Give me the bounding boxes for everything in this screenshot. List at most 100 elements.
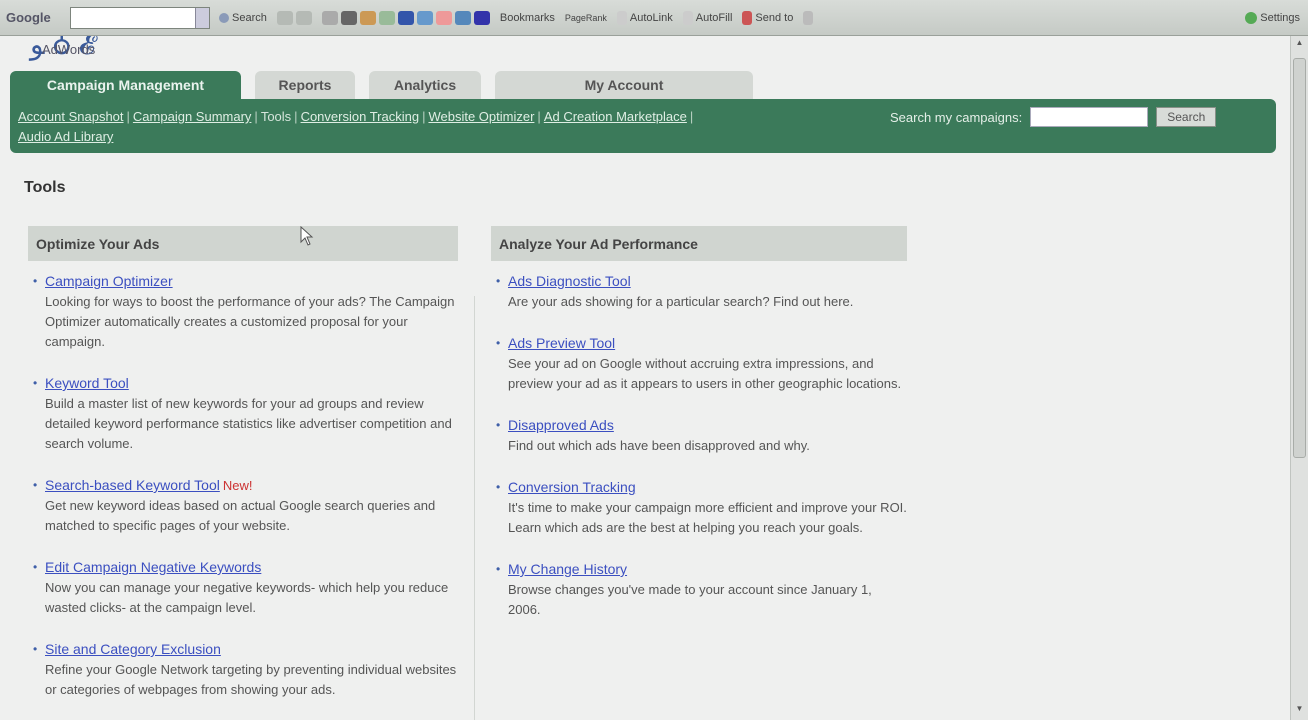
tab-campaign-management[interactable]: Campaign Management bbox=[10, 71, 241, 99]
star-icon[interactable] bbox=[473, 10, 490, 25]
mouse-cursor-icon bbox=[300, 226, 314, 246]
settings-icon bbox=[1245, 11, 1258, 24]
panel-header-optimize: Optimize Your Ads bbox=[28, 226, 458, 261]
list-item: • Campaign Optimizer Looking for ways to b… bbox=[28, 271, 458, 352]
back-icon[interactable] bbox=[295, 10, 312, 25]
list-item: • Ads Diagnostic Tool Are your ads showing… bbox=[491, 271, 907, 312]
ads-diagnostic-tool-link[interactable]: Ads Diagnostic Tool bbox=[508, 273, 631, 289]
subnav-separator: | bbox=[689, 109, 694, 124]
chrome-icon[interactable] bbox=[359, 10, 376, 25]
toolbar-sendto[interactable]: Send to bbox=[742, 10, 793, 25]
my-change-history-link[interactable]: My Change History bbox=[508, 561, 627, 577]
calendar-icon[interactable] bbox=[435, 10, 452, 25]
scroll-up-icon[interactable]: ▲ bbox=[1293, 38, 1306, 52]
list-item: • Keyword Tool Build a master list of new … bbox=[28, 373, 458, 454]
subnav-separator: | bbox=[254, 109, 258, 124]
subnav-bar: Account Snapshot | Campaign Summary | Tools |… bbox=[10, 99, 1276, 153]
logo-subtitle: AdWords bbox=[42, 42, 96, 57]
adwords-logo[interactable]: ﻮ ♁ 𝓔 AdWords bbox=[24, 36, 194, 61]
scroll-down-icon[interactable]: ▼ bbox=[1293, 704, 1306, 718]
toolbar-pagerank: PageRank bbox=[564, 12, 607, 23]
subnav-campaign-summary[interactable]: Campaign Summary bbox=[133, 109, 252, 124]
main-tabs: Campaign Management Reports Analytics My… bbox=[10, 71, 767, 99]
google-toolbar-logo[interactable]: Google bbox=[0, 10, 70, 25]
tool-description: Find out which ads have been disapproved… bbox=[508, 438, 810, 453]
new-badge: New! bbox=[222, 478, 253, 493]
toolbar-misc-icons[interactable] bbox=[321, 10, 490, 25]
toolbar-autofill[interactable]: AutoFill bbox=[682, 10, 732, 25]
optimize-tools-list: • Campaign Optimizer Looking for ways to b… bbox=[28, 261, 458, 700]
tool-description: Get new keyword ideas based on actual Go… bbox=[45, 498, 436, 533]
list-item: • Disapproved Ads Find out which ads have … bbox=[491, 415, 907, 456]
toolbar-wrench[interactable] bbox=[803, 10, 814, 25]
bullet-icon: • bbox=[33, 274, 38, 288]
subnav-separator: | bbox=[422, 109, 426, 124]
toolbar-settings[interactable]: Settings bbox=[1245, 11, 1300, 24]
page-title: Tools bbox=[24, 179, 66, 196]
subnav-tools-current: Tools bbox=[260, 109, 292, 124]
subnav-separator: | bbox=[294, 109, 298, 124]
vertical-scrollbar[interactable]: ▲ ▼ bbox=[1290, 36, 1308, 720]
subnav-ad-creation-marketplace[interactable]: Ad Creation Marketplace bbox=[544, 109, 687, 124]
bullet-icon: • bbox=[496, 480, 501, 494]
subnav-account-snapshot[interactable]: Account Snapshot bbox=[18, 109, 124, 124]
toolbar-autolink[interactable]: AutoLink bbox=[616, 10, 673, 25]
bullet-icon: • bbox=[496, 336, 501, 350]
tool-description: Are your ads showing for a particular se… bbox=[508, 294, 854, 309]
bullet-icon: • bbox=[496, 418, 501, 432]
panel-header-analyze: Analyze Your Ad Performance bbox=[491, 226, 907, 261]
list-item: • Edit Campaign Negative Keywords Now you … bbox=[28, 557, 458, 618]
subnav-conversion-tracking[interactable]: Conversion Tracking bbox=[301, 109, 420, 124]
tab-my-account[interactable]: My Account bbox=[495, 71, 753, 99]
tool-description: See your ad on Google without accruing e… bbox=[508, 356, 902, 391]
ads-preview-tool-link[interactable]: Ads Preview Tool bbox=[508, 335, 615, 351]
toolbar-nav-icons[interactable] bbox=[276, 10, 312, 25]
column-divider bbox=[474, 296, 475, 720]
search-icon bbox=[219, 12, 229, 23]
campaign-optimizer-link[interactable]: Campaign Optimizer bbox=[45, 273, 173, 289]
subnav-separator: | bbox=[126, 109, 130, 124]
tool-description: Build a master list of new keywords for … bbox=[45, 396, 452, 451]
bullet-icon: • bbox=[33, 560, 38, 574]
flag-icon[interactable] bbox=[397, 10, 414, 25]
wrench-icon bbox=[803, 10, 814, 25]
list-item: • My Change History Browse changes you've … bbox=[491, 559, 907, 620]
campaign-search: Search my campaigns: Search bbox=[890, 107, 1217, 127]
search-based-keyword-tool-link[interactable]: Search-based Keyword Tool bbox=[45, 477, 220, 493]
toolbar-bookmarks[interactable]: Bookmarks bbox=[500, 12, 555, 24]
subnav-website-optimizer[interactable]: Website Optimizer bbox=[428, 109, 534, 124]
toolbar-search-button[interactable]: Search bbox=[219, 12, 267, 24]
toolbar-search-input[interactable] bbox=[70, 6, 210, 29]
bullet-icon: • bbox=[33, 642, 38, 656]
scroll-thumb[interactable] bbox=[1293, 58, 1306, 458]
search-campaigns-button[interactable]: Search bbox=[1156, 107, 1217, 127]
page-content: ﻮ ♁ 𝓔 AdWords Campaign Management Report… bbox=[0, 36, 1290, 720]
search-campaigns-input[interactable] bbox=[1030, 107, 1149, 127]
bullet-icon: • bbox=[496, 562, 501, 576]
conversion-tracking-link[interactable]: Conversion Tracking bbox=[508, 479, 636, 495]
edit-negative-keywords-link[interactable]: Edit Campaign Negative Keywords bbox=[45, 559, 261, 575]
tool-description: It's time to make your campaign more eff… bbox=[508, 500, 907, 535]
tab-analytics[interactable]: Analytics bbox=[369, 71, 481, 99]
gmail-icon[interactable] bbox=[340, 10, 357, 25]
highlight-icon[interactable] bbox=[321, 10, 338, 25]
pen-icon[interactable] bbox=[378, 10, 395, 25]
subnav-audio-ad-library[interactable]: Audio Ad Library bbox=[18, 129, 113, 144]
globe-icon[interactable] bbox=[416, 10, 433, 25]
chevron-down-icon[interactable] bbox=[195, 7, 209, 28]
tool-description: Refine your Google Network targeting by … bbox=[45, 662, 457, 697]
search-campaigns-label: Search my campaigns: bbox=[890, 109, 1023, 125]
refresh-icon[interactable] bbox=[276, 10, 293, 25]
browser-toolbar: Google Search Bookmarks PageRank AutoLin… bbox=[0, 0, 1308, 36]
disapproved-ads-link[interactable]: Disapproved Ads bbox=[508, 417, 614, 433]
analyze-tools-list: • Ads Diagnostic Tool Are your ads showing… bbox=[491, 261, 907, 620]
subnav-links: Account Snapshot | Campaign Summary | Tools |… bbox=[18, 107, 878, 147]
optimize-ads-panel: Optimize Your Ads • Campaign Optimizer Loo… bbox=[28, 226, 458, 720]
tab-reports[interactable]: Reports bbox=[255, 71, 355, 99]
form-icon bbox=[682, 10, 693, 25]
send-icon bbox=[742, 10, 753, 25]
keyword-tool-link[interactable]: Keyword Tool bbox=[45, 375, 129, 391]
site-category-exclusion-link[interactable]: Site and Category Exclusion bbox=[45, 641, 221, 657]
translate-icon[interactable] bbox=[454, 10, 471, 25]
bullet-icon: • bbox=[496, 274, 501, 288]
